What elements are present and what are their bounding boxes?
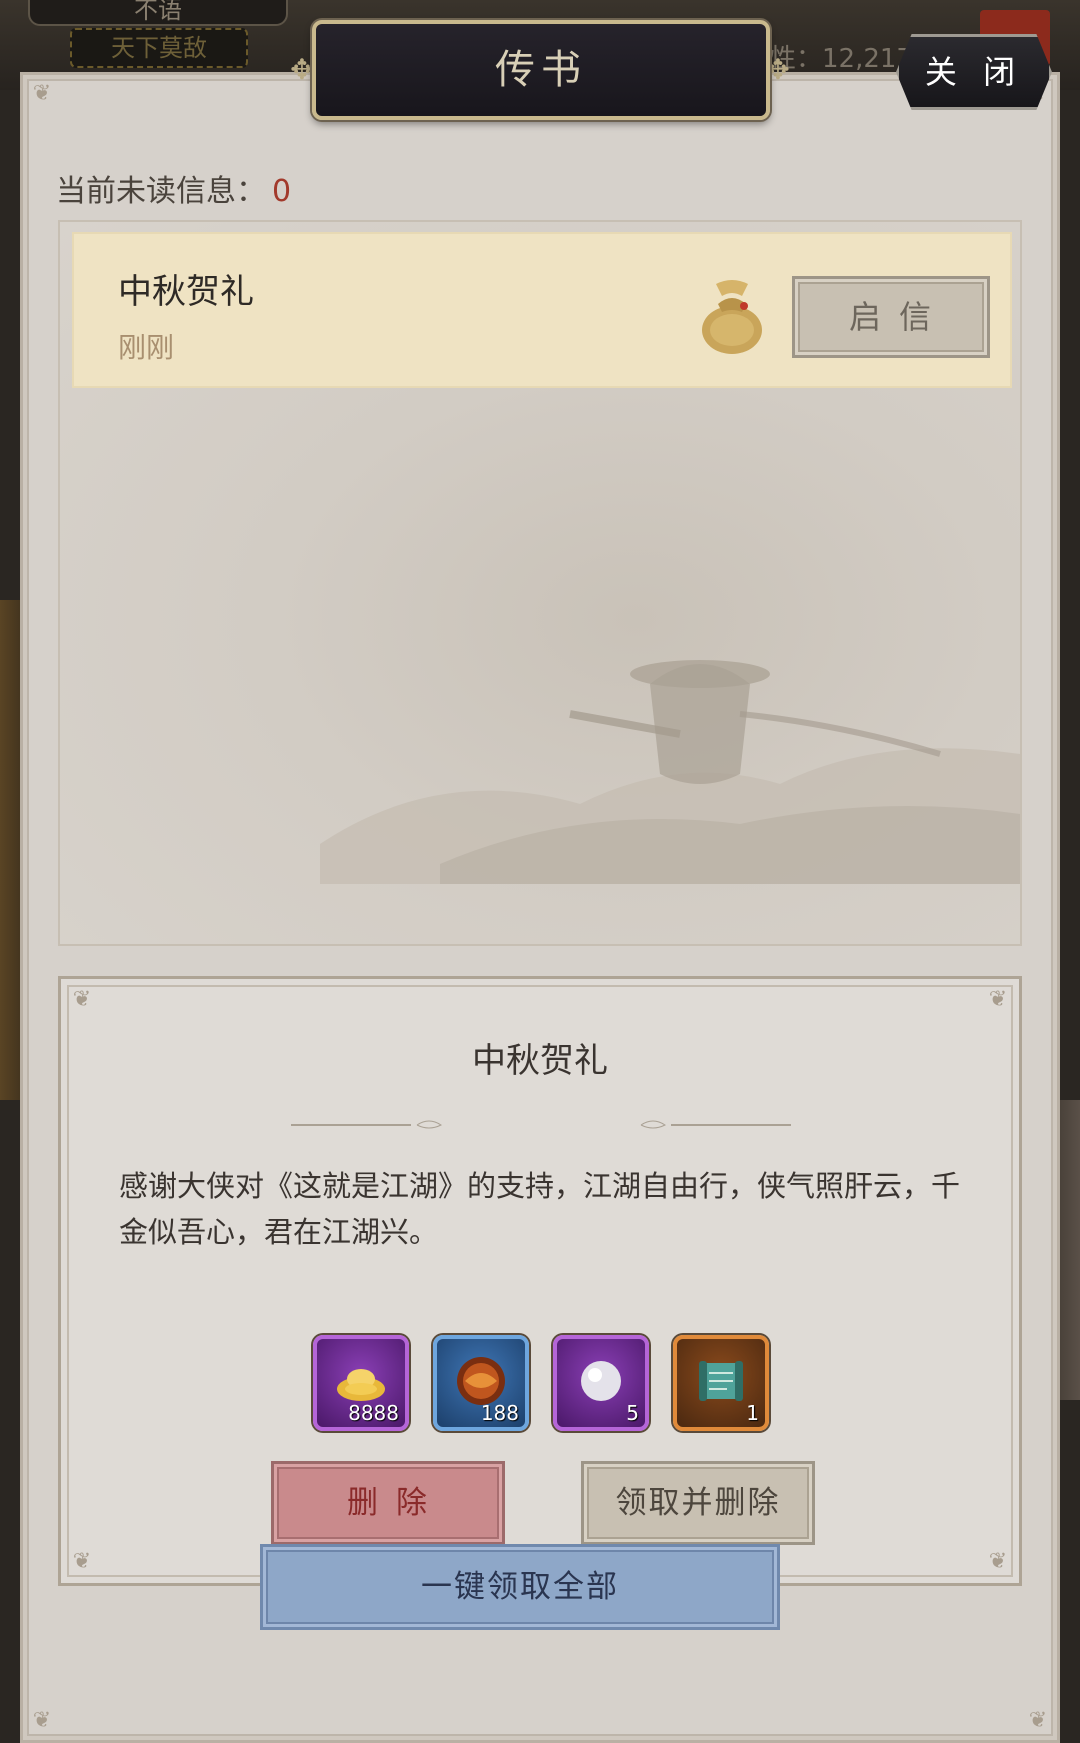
ink-landscape-illustration <box>320 660 1020 884</box>
corner-ornament: ❦ <box>72 1549 92 1574</box>
corner-ornament: ❦ <box>988 1549 1008 1574</box>
reward-slot[interactable]: 1 <box>673 1335 769 1431</box>
player-title-badge: 天下莫敌 <box>70 28 248 68</box>
reward-slot[interactable]: 8888 <box>313 1335 409 1431</box>
mail-item-title: 中秋贺礼 <box>118 272 254 312</box>
unread-count: 0 <box>272 174 292 209</box>
window-title: 传书 <box>312 20 770 120</box>
title-divider <box>291 1120 791 1129</box>
open-mail-button[interactable]: 启信 <box>792 276 990 358</box>
corner-ornament: ❦ <box>32 81 52 106</box>
claim-all-button[interactable]: 一键领取全部 <box>260 1544 780 1630</box>
player-name: 不语 <box>28 0 288 26</box>
unread-info: 当前未读信息： 0 <box>56 166 291 210</box>
mail-item-time: 刚刚 <box>118 331 175 364</box>
mail-detail-card: ❦ ❦ ❦ ❦ 中秋贺礼 感谢大侠对《这就是江湖》的支持，江湖自由行，侠气照肝云… <box>58 976 1022 1586</box>
mail-item[interactable]: 中秋贺礼 刚刚 启信 <box>72 232 1012 388</box>
mail-list[interactable]: 中秋贺礼 刚刚 启信 <box>58 220 1022 946</box>
corner-ornament: ❦ <box>1028 1708 1048 1733</box>
reward-slot[interactable]: 188 <box>433 1335 529 1431</box>
corner-ornament: ❦ <box>72 987 92 1012</box>
detail-title: 中秋贺礼 <box>472 1041 608 1081</box>
reward-quantity: 1 <box>746 1401 759 1425</box>
reward-slot[interactable]: 5 <box>553 1335 649 1431</box>
gift-bag-icon <box>702 280 762 354</box>
corner-ornament: ❦ <box>32 1708 52 1733</box>
claim-and-delete-button[interactable]: 领取并删除 <box>581 1461 815 1545</box>
reward-quantity: 8888 <box>348 1401 399 1425</box>
detail-body: 感谢大侠对《这就是江湖》的支持，江湖自由行，侠气照肝云，千金似吾心，君在江湖兴。 <box>119 1169 961 1249</box>
reward-list: 8888 188 5 1 <box>313 1335 783 1431</box>
reward-quantity: 5 <box>626 1401 639 1425</box>
pearl-icon <box>581 1361 621 1401</box>
delete-button[interactable]: 删除 <box>271 1461 505 1545</box>
unread-label: 当前未读信息： <box>56 174 266 209</box>
close-button[interactable]: 关 闭 <box>896 34 1052 110</box>
corner-ornament: ❦ <box>988 987 1008 1012</box>
reward-quantity: 188 <box>480 1401 519 1425</box>
scroll-icon <box>699 1361 743 1401</box>
